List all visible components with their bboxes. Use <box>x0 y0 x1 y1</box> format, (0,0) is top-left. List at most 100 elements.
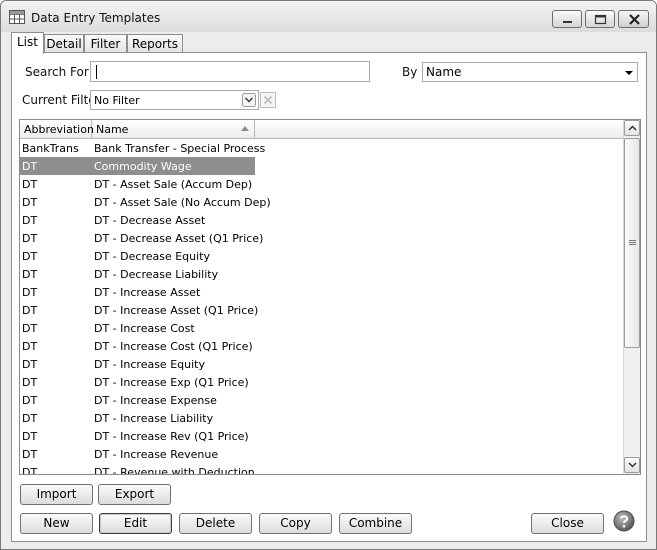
tab-filter-label: Filter <box>90 37 121 51</box>
table-row[interactable]: DT DT - Increase Asset (Q1 Price) <box>20 301 623 319</box>
cell-name: Commodity Wage <box>94 160 192 173</box>
cell-abbreviation: DT <box>22 268 38 281</box>
cell-name: DT - Increase Equity <box>94 358 205 371</box>
by-label: By <box>402 65 418 79</box>
search-by-select[interactable]: Name <box>422 62 638 82</box>
vertical-scrollbar[interactable] <box>623 120 640 474</box>
cell-abbreviation: DT <box>22 448 38 461</box>
export-button[interactable]: Export <box>98 484 171 505</box>
column-header-abbreviation[interactable]: Abbreviation <box>20 120 94 139</box>
current-filter-value: No Filter <box>94 94 140 107</box>
tab-list-label: List <box>17 35 38 49</box>
cell-name: DT - Increase Asset <box>94 286 201 299</box>
delete-button[interactable]: Delete <box>179 513 252 534</box>
column-header-name-label: Name <box>96 123 129 136</box>
tab-reports[interactable]: Reports <box>127 34 183 53</box>
table-row[interactable]: DT DT - Decrease Equity <box>20 247 623 265</box>
minimize-button[interactable] <box>552 10 582 28</box>
tab-detail-label: Detail <box>46 37 82 51</box>
chevron-down-icon <box>628 462 637 468</box>
cell-abbreviation: DT <box>22 196 38 209</box>
sort-ascending-icon <box>241 126 249 131</box>
cell-name: Bank Transfer - Special Process <box>94 142 266 155</box>
table-row[interactable]: DT DT - Increase Cost (Q1 Price) <box>20 337 623 355</box>
cell-name: DT - Increase Revenue <box>94 448 219 461</box>
close-window-button[interactable] <box>618 10 649 28</box>
templates-grid: Abbreviation Name BankTrans Bank Transfer… <box>19 119 641 475</box>
tab-list[interactable]: List <box>11 32 44 54</box>
cell-name: DT - Decrease Equity <box>94 250 211 263</box>
maximize-button[interactable] <box>585 10 615 28</box>
table-row[interactable]: DT DT - Increase Expense <box>20 391 623 409</box>
tab-filter[interactable]: Filter <box>84 34 127 53</box>
table-row[interactable]: BankTrans Bank Transfer - Special Process <box>20 139 623 157</box>
cell-name: DT - Asset Sale (No Accum Dep) <box>94 196 271 209</box>
table-row[interactable]: DT DT - Increase Exp (Q1 Price) <box>20 373 623 391</box>
clear-filter-button[interactable] <box>260 92 276 108</box>
table-row[interactable]: DT DT - Increase Revenue <box>20 445 623 463</box>
new-button[interactable]: New <box>20 513 93 534</box>
scrollbar-thumb[interactable] <box>624 138 640 348</box>
cell-abbreviation: DT <box>22 304 38 317</box>
search-for-label: Search For <box>25 65 89 79</box>
import-button[interactable]: Import <box>20 484 93 505</box>
search-by-value: Name <box>426 65 462 79</box>
edit-button[interactable]: Edit <box>99 513 172 534</box>
current-filter-label: Current Filter <box>22 93 101 107</box>
cell-name: DT - Increase Liability <box>94 412 214 425</box>
table-row[interactable]: DT DT - Asset Sale (Accum Dep) <box>20 175 623 193</box>
table-row[interactable]: DT DT - Decrease Liability <box>20 265 623 283</box>
table-row[interactable]: DT DT - Increase Rev (Q1 Price) <box>20 427 623 445</box>
table-row[interactable]: DT DT - Asset Sale (No Accum Dep) <box>20 193 623 211</box>
scroll-up-button[interactable] <box>624 120 640 136</box>
cell-abbreviation: DT <box>22 214 38 227</box>
cell-abbreviation: DT <box>22 376 38 389</box>
cell-name: DT - Increase Cost (Q1 Price) <box>94 340 253 353</box>
close-icon <box>629 14 640 25</box>
cell-name: DT - Increase Rev (Q1 Price) <box>94 430 249 443</box>
scroll-down-button[interactable] <box>624 457 640 473</box>
cell-abbreviation: DT <box>22 340 38 353</box>
window-title: Data Entry Templates <box>31 11 161 25</box>
cell-name: DT - Increase Asset (Q1 Price) <box>94 304 259 317</box>
cell-name: DT - Asset Sale (Accum Dep) <box>94 178 253 191</box>
grid-table-icon <box>9 10 25 24</box>
text-caret <box>96 65 97 79</box>
cell-name: DT - Increase Cost <box>94 322 195 335</box>
table-row[interactable]: DT DT - Increase Liability <box>20 409 623 427</box>
combine-button[interactable]: Combine <box>339 513 412 534</box>
close-button[interactable]: Close <box>531 513 604 534</box>
cell-abbreviation: DT <box>22 394 38 407</box>
cell-abbreviation: DT <box>22 250 38 263</box>
tab-detail[interactable]: Detail <box>44 34 84 53</box>
cell-abbreviation: BankTrans <box>22 142 79 155</box>
table-row[interactable]: DT DT - Increase Equity <box>20 355 623 373</box>
cell-abbreviation: DT <box>22 178 38 191</box>
column-header-abbreviation-label: Abbreviation <box>24 123 94 136</box>
grid-rows: BankTrans Bank Transfer - Special Process… <box>20 139 623 475</box>
table-row[interactable]: DT DT - Increase Asset <box>20 283 623 301</box>
search-input[interactable] <box>90 61 370 82</box>
tab-reports-label: Reports <box>131 37 179 51</box>
table-row[interactable]: DT Commodity Wage <box>20 157 623 175</box>
cell-name: DT - Decrease Asset <box>94 214 206 227</box>
table-row[interactable]: DT DT - Revenue with Deduction <box>20 463 623 475</box>
cell-name: DT - Increase Expense <box>94 394 217 407</box>
copy-button[interactable]: Copy <box>259 513 332 534</box>
table-row[interactable]: DT DT - Increase Cost <box>20 319 623 337</box>
cell-abbreviation: DT <box>22 430 38 443</box>
chevron-down-icon <box>242 93 256 107</box>
cell-abbreviation: DT <box>22 286 38 299</box>
table-row[interactable]: DT DT - Decrease Asset <box>20 211 623 229</box>
cell-abbreviation: DT <box>22 160 38 173</box>
current-filter-select[interactable]: No Filter <box>90 90 259 110</box>
column-header-name[interactable]: Name <box>92 120 255 139</box>
table-row[interactable]: DT DT - Decrease Asset (Q1 Price) <box>20 229 623 247</box>
help-icon[interactable] <box>613 510 635 532</box>
cell-abbreviation: DT <box>22 466 38 475</box>
maximize-icon <box>594 14 607 25</box>
cell-name: DT - Increase Exp (Q1 Price) <box>94 376 249 389</box>
chevron-up-icon <box>628 125 637 131</box>
cell-abbreviation: DT <box>22 322 38 335</box>
grip-lines-icon <box>629 240 636 245</box>
